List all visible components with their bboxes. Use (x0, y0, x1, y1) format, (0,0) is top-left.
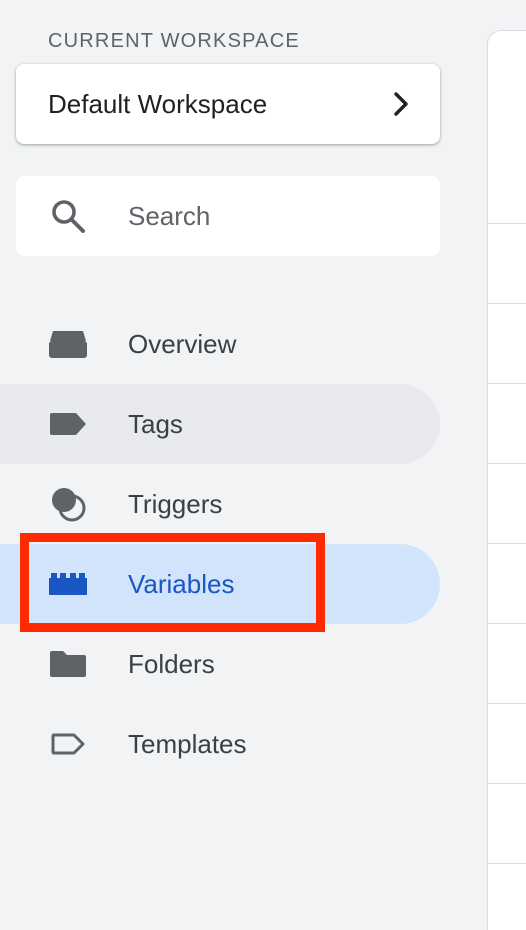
row-divider (488, 783, 526, 784)
row-divider (488, 543, 526, 544)
nav-label-templates: Templates (128, 728, 247, 759)
search-icon (48, 196, 88, 236)
nav-item-triggers[interactable]: Triggers (0, 464, 440, 544)
tag-icon (48, 404, 88, 444)
row-divider (488, 223, 526, 224)
nav-label-overview: Overview (128, 328, 237, 359)
nav-item-variables[interactable]: Variables (0, 544, 440, 624)
current-workspace-label: CURRENT WORKSPACE (48, 30, 300, 52)
nav-label-folders: Folders (128, 648, 215, 679)
chevron-right-icon (390, 92, 412, 116)
nav-label-variables: Variables (128, 568, 235, 599)
row-divider (488, 463, 526, 464)
nav-list: Overview Tags Triggers Variables Folders… (0, 304, 440, 784)
nav-item-folders[interactable]: Folders (0, 624, 440, 704)
nav-item-overview[interactable]: Overview (0, 304, 440, 384)
row-divider (488, 623, 526, 624)
main-content-panel (487, 30, 526, 930)
sidebar: CURRENT WORKSPACE Default Workspace Over… (0, 0, 460, 908)
nav-label-tags: Tags (128, 408, 183, 439)
template-icon (48, 724, 88, 764)
workspace-selector-button[interactable]: Default Workspace (16, 64, 440, 144)
row-divider (488, 303, 526, 304)
search-input[interactable] (128, 200, 408, 232)
folder-icon (48, 644, 88, 684)
search-box[interactable] (16, 176, 440, 256)
workspace-name: Default Workspace (48, 88, 268, 119)
row-divider (488, 383, 526, 384)
nav-item-tags[interactable]: Tags (0, 384, 440, 464)
nav-item-templates[interactable]: Templates (0, 704, 440, 784)
overview-icon (48, 324, 88, 364)
trigger-icon (48, 484, 88, 524)
row-divider (488, 703, 526, 704)
row-divider (488, 863, 526, 864)
nav-label-triggers: Triggers (128, 488, 223, 519)
variables-icon (48, 564, 88, 604)
